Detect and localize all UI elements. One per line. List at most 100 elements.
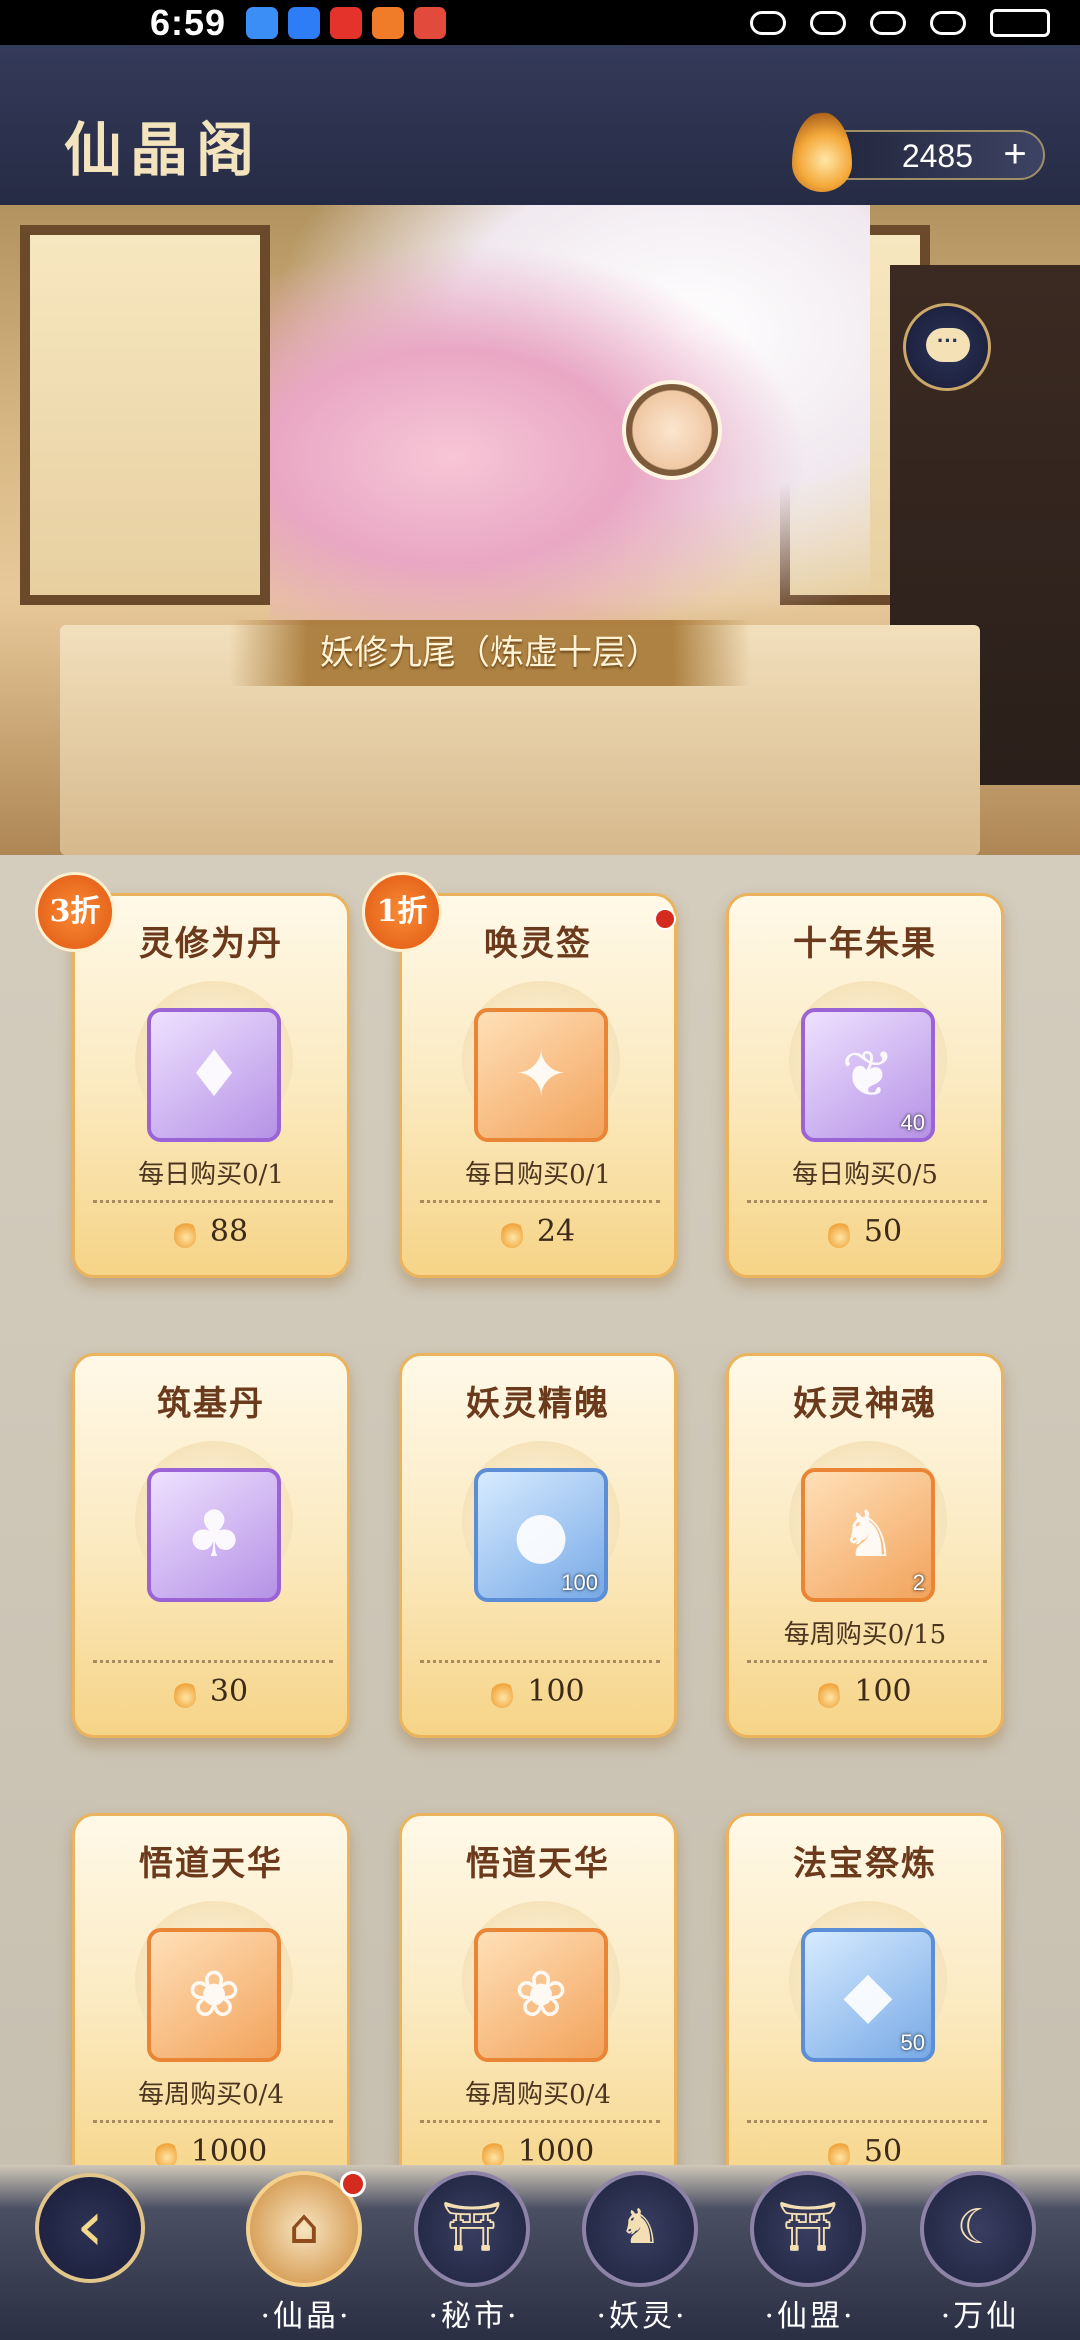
background-window: [20, 225, 270, 605]
enlightenment-flower-icon: ❀: [147, 1928, 281, 2062]
crystal-currency-icon: [154, 2138, 177, 2168]
item-quantity: 50: [900, 2030, 925, 2055]
crystal-currency-icon: [792, 112, 852, 192]
nav-tab-label: ·仙晶·: [260, 2299, 352, 2334]
add-currency-button[interactable]: +: [997, 134, 1033, 174]
nav-tab-label: ·妖灵·: [596, 2299, 688, 2334]
nav-tab-wanxian[interactable]: ☾ ·万仙: [910, 2171, 1050, 2336]
purchase-limit: 每日购买0/1: [138, 1160, 284, 1190]
page-title: 仙晶阁: [64, 116, 263, 184]
nav-tab-crystal[interactable]: ⌂ ·仙晶·: [236, 2171, 366, 2336]
battery-icon: [990, 8, 1050, 37]
divider: [93, 1200, 333, 1203]
shop-item-card[interactable]: 妖灵精魄 ● 100 100: [399, 1353, 677, 1738]
banner-scene: ··· 妖修九尾（炼虚十层）: [0, 205, 1080, 855]
back-button[interactable]: ‹: [35, 2173, 145, 2283]
divider: [420, 1660, 660, 1663]
crystal-currency-icon: [818, 1678, 841, 1708]
enlightenment-flower-icon: ❀: [474, 1928, 608, 2062]
item-quantity: 40: [900, 1110, 925, 1135]
item-price: 30: [75, 1674, 347, 1709]
character-name-plate: 妖修九尾（炼虚十层）: [230, 620, 750, 686]
nav-tab-secret-market[interactable]: ⛩ ·秘市·: [404, 2171, 534, 2336]
shop-item-card[interactable]: 悟道天华 ❀ 每周购买0/4 1000: [72, 1813, 350, 2198]
item-name: 妖灵精魄: [466, 1384, 610, 1424]
notification-dot: [340, 2171, 366, 2197]
item-name: 妖灵神魂: [793, 1384, 937, 1424]
app-notification-icon: [372, 6, 405, 39]
app-notification-icon: [246, 6, 279, 39]
nav-tab-label: ·秘市·: [428, 2299, 520, 2334]
item-name: 悟道天华: [466, 1844, 610, 1884]
item-quantity: 100: [561, 1570, 598, 1595]
crystal-currency-icon: [173, 1218, 196, 1248]
divider: [747, 1660, 987, 1663]
divider: [420, 1200, 660, 1203]
spirit-soul-beast-icon: ♞ 2: [801, 1468, 935, 1602]
purchase-limit: 每日购买0/1: [465, 1160, 611, 1190]
foundation-pill-icon: ♣: [147, 1468, 281, 1602]
crystal-currency-icon: [827, 1218, 850, 1248]
moon-icon: ☾: [920, 2171, 1036, 2287]
item-price: 100: [402, 1674, 674, 1709]
nav-tab-alliance[interactable]: ⛩ ·仙盟·: [740, 2171, 870, 2336]
app-notification-icon: [414, 6, 447, 39]
divider: [93, 2120, 333, 2123]
item-price: 1000: [75, 2134, 347, 2169]
crystal-currency-icon: [481, 2138, 504, 2168]
purchase-limit: 每日购买0/5: [792, 1160, 938, 1190]
artifact-crystal-icon: ◆ 50: [801, 1928, 935, 2062]
eye-icon: [750, 10, 786, 35]
shop-item-card[interactable]: 3折 灵修为丹 ♦ 每日购买0/1 88: [35, 872, 350, 1278]
crystal-currency-icon: [500, 1218, 523, 1248]
divider: [93, 1660, 333, 1663]
mute-icon: [810, 10, 846, 35]
divider: [420, 2120, 660, 2123]
shop-item-card[interactable]: 法宝祭炼 ◆ 50 50: [726, 1813, 1004, 2198]
shop-item-card[interactable]: 悟道天华 ❀ 每周购买0/4 1000: [399, 1813, 677, 2198]
shop-grid: 3折 灵修为丹 ♦ 每日购买0/1 88 1折 唤灵签 ✦ 每日购买0/1 24…: [0, 855, 1080, 2198]
bottom-nav: ‹ ⌂ ·仙晶· ⛩ ·秘市· ♞ ·妖灵· ⛩ ·仙盟· ☾ ·万仙: [0, 2165, 1080, 2340]
shop-item-card[interactable]: 筑基丹 ♣ 30: [72, 1353, 350, 1738]
nav-tab-label: ·仙盟·: [764, 2299, 856, 2334]
spirit-essence-orb-icon: ● 100: [474, 1468, 608, 1602]
nav-tab-demon-spirit[interactable]: ♞ ·妖灵·: [572, 2171, 702, 2336]
weibo-icon: [330, 6, 363, 39]
chat-bubble-icon: ···: [926, 328, 970, 362]
divider: [747, 1200, 987, 1203]
crystal-currency-icon: [491, 1678, 514, 1708]
spirit-pill-icon: ♦: [147, 1008, 281, 1142]
status-bar: 6:59: [0, 0, 1080, 45]
beast-icon: ♞: [582, 2171, 698, 2287]
shop-item-card[interactable]: 妖灵神魂 ♞ 2 每周购买0/15 100: [726, 1353, 1004, 1738]
market-gate-icon: ⛩: [414, 2171, 530, 2287]
status-time: 6:59: [150, 1, 227, 43]
shop-item-card[interactable]: 十年朱果 ❦ 40 每日购买0/5 50: [726, 893, 1004, 1278]
summon-talisman-icon: ✦: [474, 1008, 608, 1142]
character-portrait-avatar[interactable]: [622, 380, 722, 480]
app-notification-icon: [288, 6, 321, 39]
chat-button[interactable]: ···: [903, 303, 991, 391]
item-price: 50: [729, 1214, 1001, 1249]
item-price: 88: [75, 1214, 347, 1249]
crystal-currency-icon: [173, 1678, 196, 1708]
nav-tab-label: ·万仙: [940, 2299, 1020, 2334]
item-price: 100: [729, 1674, 1001, 1709]
currency-amount: 2485: [901, 138, 973, 174]
item-name: 法宝祭炼: [793, 1844, 937, 1884]
header: 仙晶阁 2485 +: [0, 45, 1080, 208]
item-price: 24: [402, 1214, 674, 1249]
item-name: 十年朱果: [793, 924, 937, 964]
character-illustration: [270, 205, 870, 625]
item-name: 筑基丹: [157, 1384, 265, 1424]
currency-display[interactable]: 2485 +: [792, 112, 1045, 192]
item-price: 50: [729, 2134, 1001, 2169]
shop-item-card[interactable]: 1折 唤灵签 ✦ 每日购买0/1 24: [362, 872, 677, 1278]
wifi-icon: [870, 10, 906, 35]
signal-icon: [930, 10, 966, 35]
item-name: 唤灵签: [484, 924, 592, 964]
item-quantity: 2: [912, 1570, 925, 1595]
item-name: 悟道天华: [139, 1844, 283, 1884]
notification-icons: [246, 6, 447, 39]
alliance-gate-icon: ⛩: [750, 2171, 866, 2287]
